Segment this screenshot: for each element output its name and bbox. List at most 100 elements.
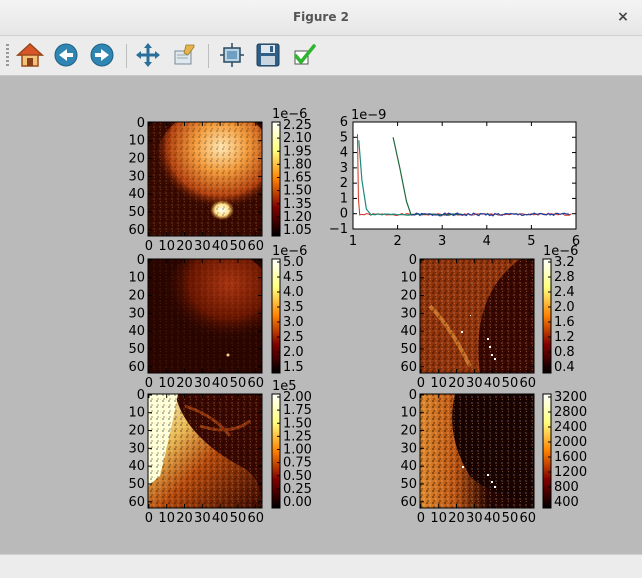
line-plot-ytick-label: 5 bbox=[340, 130, 348, 145]
toolbar-grip[interactable] bbox=[6, 44, 9, 68]
image-3-ytick-label: 20 bbox=[400, 289, 417, 304]
image-1-xtick-label: 10 bbox=[158, 239, 175, 254]
image-2-ytick-label: 0 bbox=[137, 253, 145, 268]
image-1-xtick-label: 0 bbox=[145, 239, 153, 254]
image-2-ytick-label: 40 bbox=[128, 324, 145, 339]
image-4-xtick-label: 40 bbox=[212, 511, 229, 526]
status-bar bbox=[0, 554, 642, 578]
edit-button[interactable] bbox=[290, 41, 318, 69]
save-button[interactable] bbox=[254, 41, 282, 69]
image-3-panel[interactable] bbox=[419, 258, 535, 374]
home-button[interactable] bbox=[16, 41, 44, 69]
image-3-ytick-label: 40 bbox=[400, 324, 417, 339]
line-plot-xtick-label: 1 bbox=[349, 234, 357, 249]
image-5-colorbar-label: 800 bbox=[554, 480, 579, 495]
image-5-panel[interactable] bbox=[419, 393, 535, 509]
image-5-ytick-label: 40 bbox=[400, 459, 417, 474]
image-1-ytick-label: 60 bbox=[128, 223, 145, 238]
image-3-ytick-label: 30 bbox=[400, 306, 417, 321]
line-plot-ytick-label: 0 bbox=[340, 207, 348, 222]
line-plot-axes bbox=[352, 121, 577, 230]
image-1-xtick-label: 20 bbox=[176, 239, 193, 254]
image-4-ytick-label: 50 bbox=[128, 477, 145, 492]
image-1-colorbar bbox=[271, 121, 281, 237]
image-3-xtick-label: 10 bbox=[430, 376, 447, 391]
floppy-disk-icon bbox=[256, 43, 280, 67]
image-4-panel[interactable] bbox=[147, 393, 263, 509]
home-icon bbox=[16, 42, 44, 67]
image-3-colorbar-exponent: 1e−6 bbox=[543, 244, 578, 259]
image-3-ytick-label: 0 bbox=[409, 253, 417, 268]
image-3-xtick-label: 20 bbox=[448, 376, 465, 391]
image-5-colorbar bbox=[542, 393, 552, 509]
image-2-colorbar-label: 2.5 bbox=[283, 330, 304, 345]
image-5-colorbar-label: 1600 bbox=[554, 450, 587, 465]
image-3-colorbar bbox=[542, 258, 552, 374]
image-5-xtick-label: 60 bbox=[519, 511, 536, 526]
pan-button[interactable] bbox=[134, 41, 162, 69]
image-3-ytick-label: 60 bbox=[400, 360, 417, 375]
figure-svg[interactable]: 0 10 20 30 40 50 6001020304050600 10 20 30 40 50 600… bbox=[0, 76, 642, 554]
image-5-ytick-label: 0 bbox=[409, 388, 417, 403]
image-2-xtick-label: 50 bbox=[230, 376, 247, 391]
image-2-colorbar bbox=[271, 258, 281, 374]
image-3-xtick-label: 30 bbox=[466, 376, 483, 391]
image-2-ytick-label: 20 bbox=[128, 289, 145, 304]
arrow-left-icon bbox=[54, 43, 78, 67]
image-4-xtick-label: 30 bbox=[194, 511, 211, 526]
image-5-colorbar-label: 2800 bbox=[554, 405, 587, 420]
toolbar-separator bbox=[126, 44, 127, 68]
image-3-xtick-label: 50 bbox=[502, 376, 519, 391]
image-5-colorbar-label: 400 bbox=[554, 495, 579, 510]
image-4-ytick-label: 60 bbox=[128, 495, 145, 510]
image-1-colorbar-exponent: 1e−6 bbox=[272, 107, 307, 122]
line-plot-xtick-label: 4 bbox=[483, 234, 491, 249]
image-3-ytick-label: 50 bbox=[400, 342, 417, 357]
image-1-ytick-label: 10 bbox=[128, 134, 145, 149]
image-1-panel[interactable] bbox=[147, 109, 275, 237]
image-2-panel[interactable] bbox=[147, 250, 273, 374]
close-button[interactable]: × bbox=[614, 8, 632, 26]
figure-canvas[interactable]: 0 10 20 30 40 50 60 0 10 20 30 40 50 60 0 10 20 30 40 50 60 0… bbox=[0, 76, 642, 554]
image-3-ytick-label: 10 bbox=[400, 271, 417, 286]
zoom-button[interactable] bbox=[170, 41, 198, 69]
line-plot-panel[interactable] bbox=[352, 121, 577, 230]
move-arrows-icon bbox=[136, 43, 160, 67]
forward-button[interactable] bbox=[88, 41, 116, 69]
image-5-ytick-label: 50 bbox=[400, 477, 417, 492]
image-2-colorbar-label: 4.0 bbox=[283, 285, 304, 300]
image-1-texture bbox=[148, 122, 262, 236]
image-5-xtick-label: 50 bbox=[502, 511, 519, 526]
image-2-xtick-label: 40 bbox=[212, 376, 229, 391]
image-3-colorbar-label: 1.2 bbox=[554, 330, 575, 345]
image-4-xtick-label: 0 bbox=[145, 511, 153, 526]
arrow-right-icon bbox=[90, 43, 114, 67]
image-5-xtick-label: 40 bbox=[484, 511, 501, 526]
zoom-rect-icon bbox=[174, 44, 195, 65]
image-4-ytick-label: 30 bbox=[128, 441, 145, 456]
image-5-ytick-label: 20 bbox=[400, 424, 417, 439]
image-1-ytick-label: 30 bbox=[128, 169, 145, 184]
image-1-ytick-label: 40 bbox=[128, 187, 145, 202]
image-5-colorbar-label: 3200 bbox=[554, 390, 587, 405]
subplots-button[interactable] bbox=[218, 41, 246, 69]
window-title: Figure 2 bbox=[292, 10, 350, 24]
image-4-colorbar bbox=[271, 393, 281, 509]
line-plot-ytick-label: 1 bbox=[340, 191, 348, 206]
image-2-xtick-label: 20 bbox=[176, 376, 193, 391]
line-plot-xtick-label: 5 bbox=[527, 234, 535, 249]
image-2-colorbar-label: 4.5 bbox=[283, 270, 304, 285]
image-4-xtick-label: 20 bbox=[176, 511, 193, 526]
back-button[interactable] bbox=[52, 41, 80, 69]
image-5-ytick-label: 60 bbox=[400, 495, 417, 510]
line-plot-xtick-label: 3 bbox=[438, 234, 446, 249]
line-plot-ytick-label: 6 bbox=[340, 115, 348, 130]
image-4-xtick-label: 60 bbox=[247, 511, 264, 526]
image-5-xtick-label: 30 bbox=[466, 511, 483, 526]
image-1-xtick-label: 40 bbox=[212, 239, 229, 254]
image-5-xtick-label: 0 bbox=[417, 511, 425, 526]
image-3-colorbar-label: 0.8 bbox=[554, 345, 575, 360]
line-plot-exponent: 1e−9 bbox=[351, 108, 386, 123]
image-5-colorbar-label: 1200 bbox=[554, 465, 587, 480]
image-3-colorbar-label: 0.4 bbox=[554, 360, 575, 375]
